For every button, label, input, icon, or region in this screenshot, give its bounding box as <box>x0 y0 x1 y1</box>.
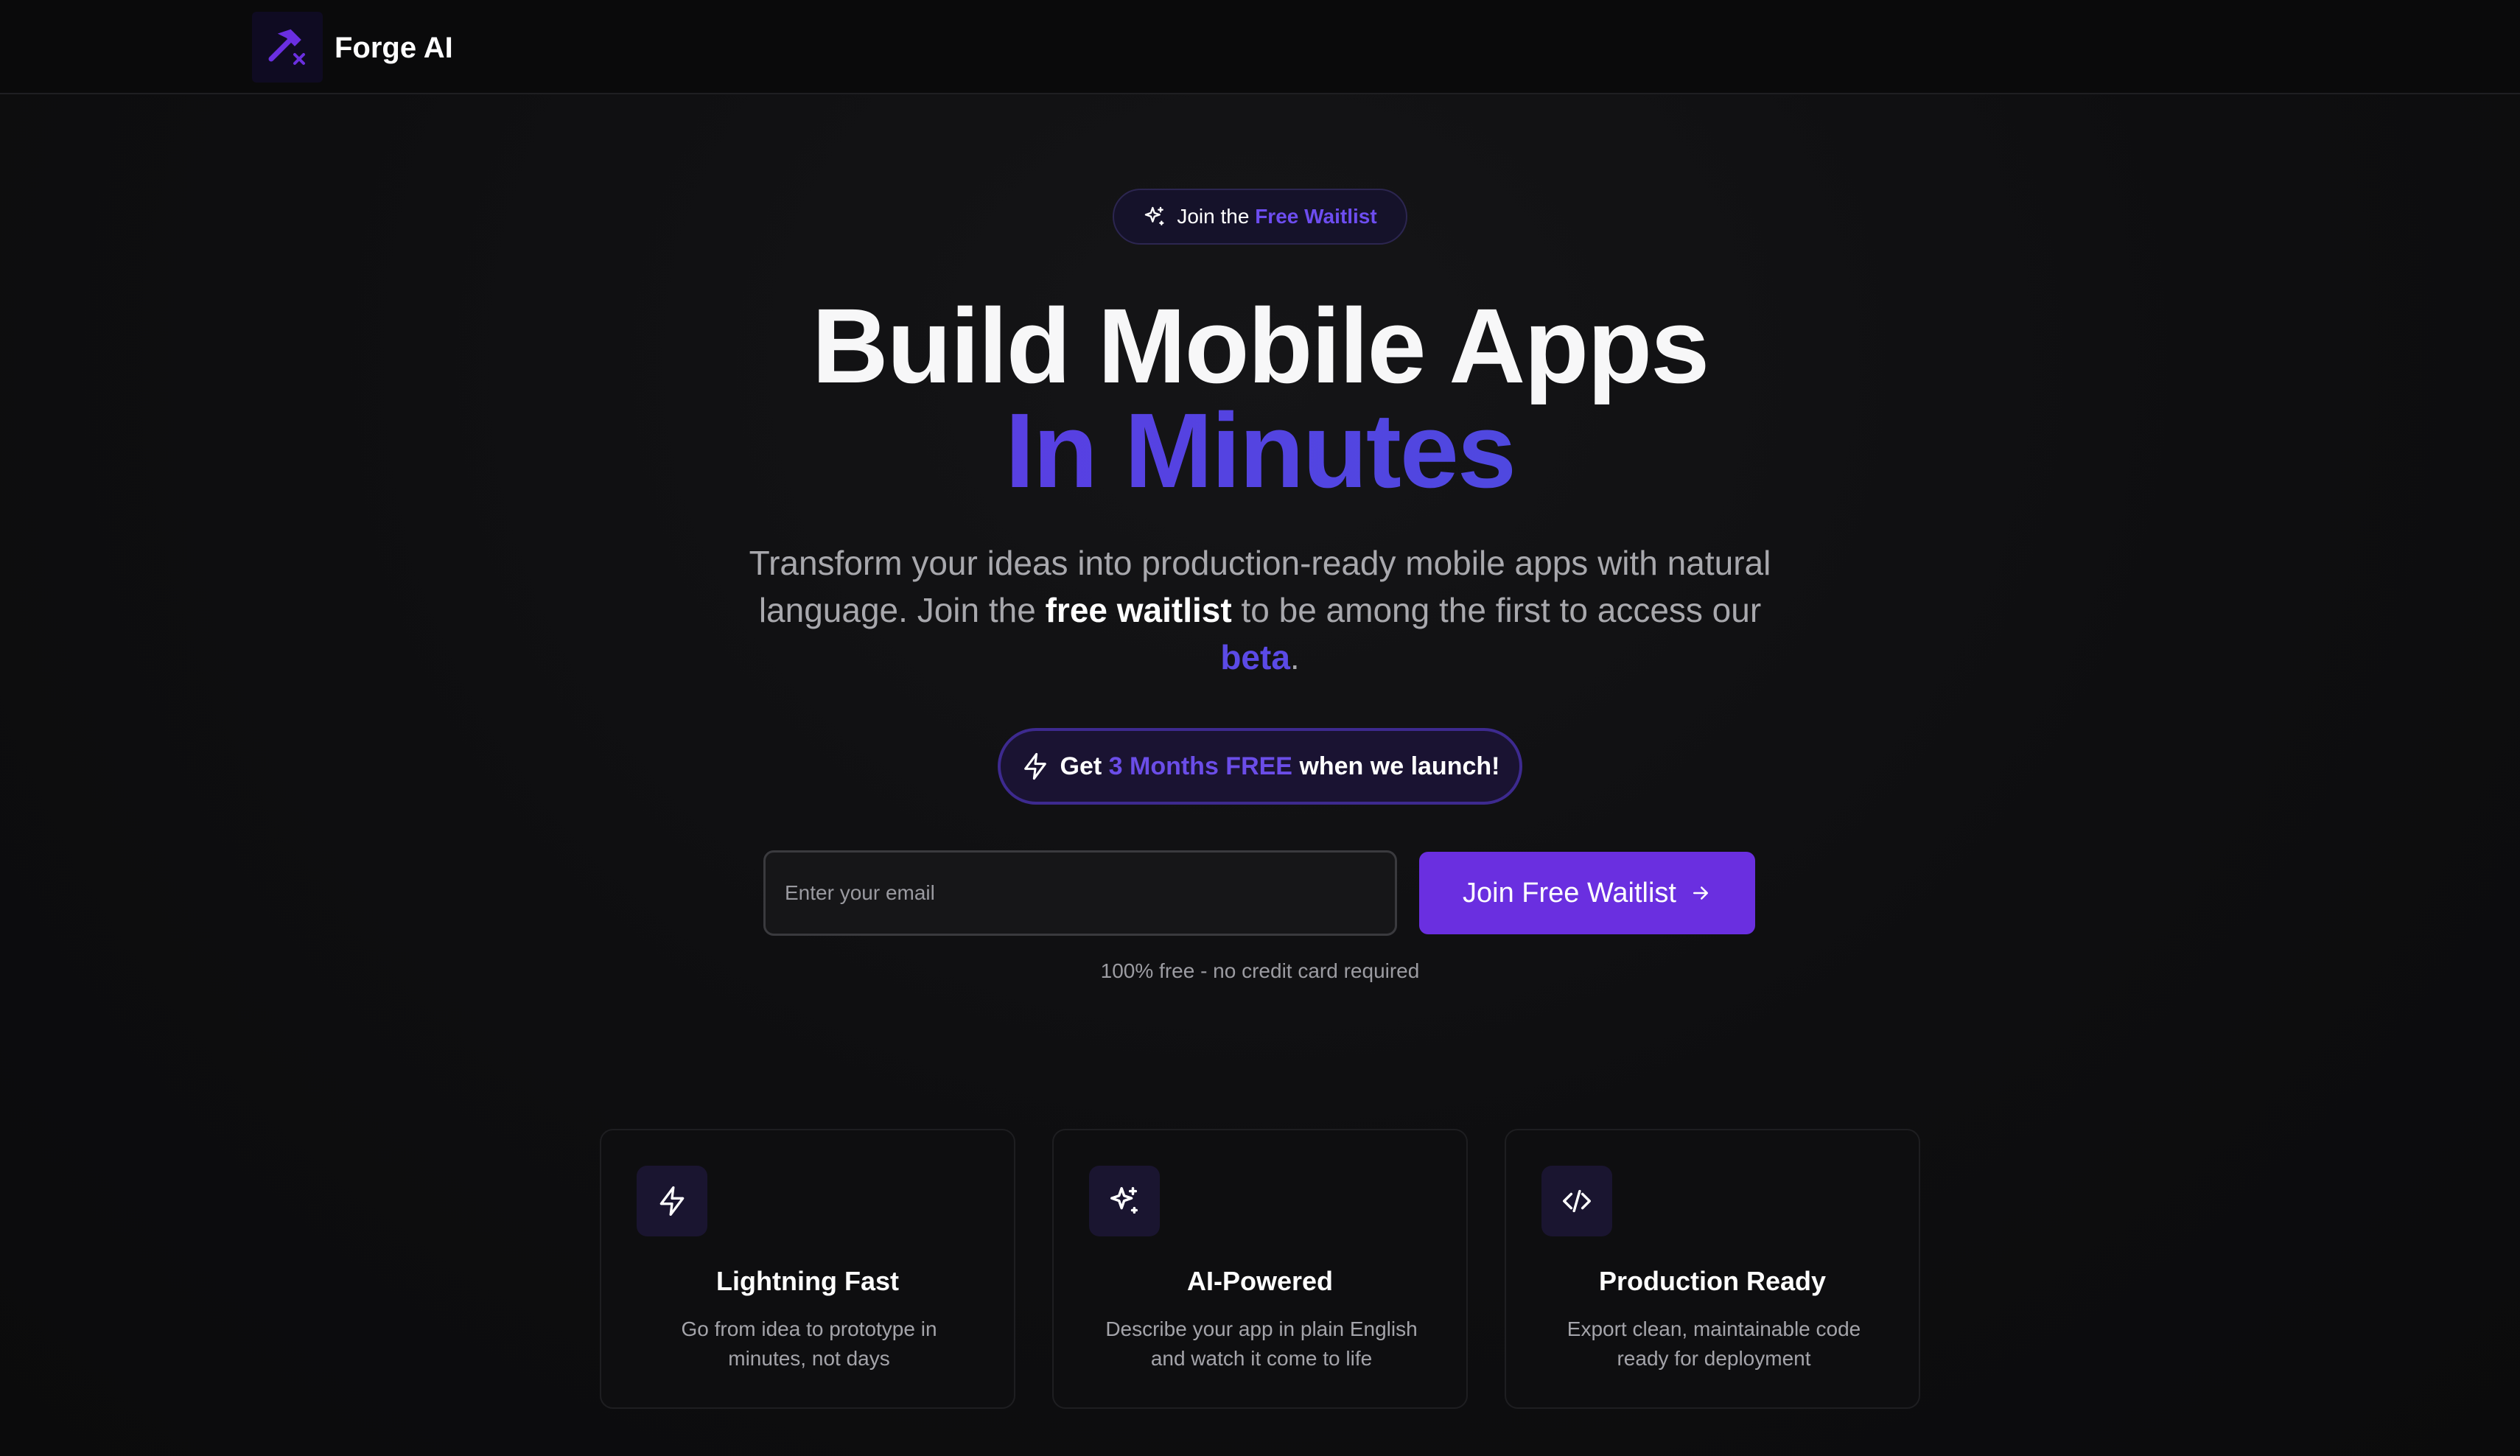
sparkles-icon <box>1110 1187 1138 1214</box>
headline-line-2: In Minutes <box>0 388 2520 514</box>
email-input[interactable] <box>763 850 1397 936</box>
zap-icon <box>659 1186 685 1216</box>
waitlist-badge: Join the Free Waitlist <box>1113 189 1407 245</box>
promo-prefix: Get <box>1060 752 1102 780</box>
arrow-right-icon <box>1693 886 1708 900</box>
logo[interactable] <box>252 12 323 83</box>
feature-card-ai-powered: AI-Powered Describe your app in plain En… <box>1052 1129 1468 1409</box>
join-button-label: Join Free Waitlist <box>1463 877 1676 909</box>
page: Forge AI Join the Free Waitlist Build Mo… <box>0 0 2520 1456</box>
hammer-x-icon <box>268 29 305 65</box>
feature-description: Go from idea to prototype in minutes, no… <box>681 1317 937 1370</box>
promo-pill: Get 3 Months FREE when we launch! <box>998 728 1522 805</box>
feature-icon-box <box>637 1166 707 1236</box>
badge-prefix: Join the <box>1177 205 1250 228</box>
code-icon <box>1563 1189 1591 1213</box>
feature-card-lightning-fast: Lightning Fast Go from idea to prototype… <box>600 1129 1015 1409</box>
feature-icon-box <box>1089 1166 1160 1236</box>
fine-print: 100% free - no credit card required <box>1100 959 1420 982</box>
feature-title: Production Ready <box>1598 1266 1827 1296</box>
join-waitlist-button[interactable]: Join Free Waitlist <box>1419 852 1755 934</box>
feature-title: AI-Powered <box>1186 1266 1334 1296</box>
brand-name[interactable]: Forge AI <box>335 29 453 66</box>
promo-suffix: when we launch! <box>1299 752 1500 780</box>
subtitle-end: . <box>1289 638 1300 676</box>
navbar: Forge AI <box>0 0 2520 94</box>
zap-icon <box>1023 752 1046 780</box>
promo-highlight: 3 Months FREE <box>1108 752 1292 780</box>
hero-subtitle: Transform your ideas into production-rea… <box>744 539 1776 681</box>
subtitle-strong: free waitlist <box>1045 591 1232 629</box>
subtitle-part-2: to be among the first to access our <box>1241 591 1762 629</box>
feature-title: Lightning Fast <box>716 1266 899 1296</box>
feature-description: Export clean, maintainable code ready fo… <box>1567 1317 1861 1370</box>
feature-card-production-ready: Production Ready Export clean, maintaina… <box>1505 1129 1920 1409</box>
sparkles-icon <box>1145 206 1164 225</box>
badge-highlight: Free Waitlist <box>1255 205 1377 228</box>
subtitle-accent: beta <box>1220 638 1290 676</box>
feature-icon-box <box>1541 1166 1612 1236</box>
feature-description: Describe your app in plain English and w… <box>1105 1317 1418 1370</box>
